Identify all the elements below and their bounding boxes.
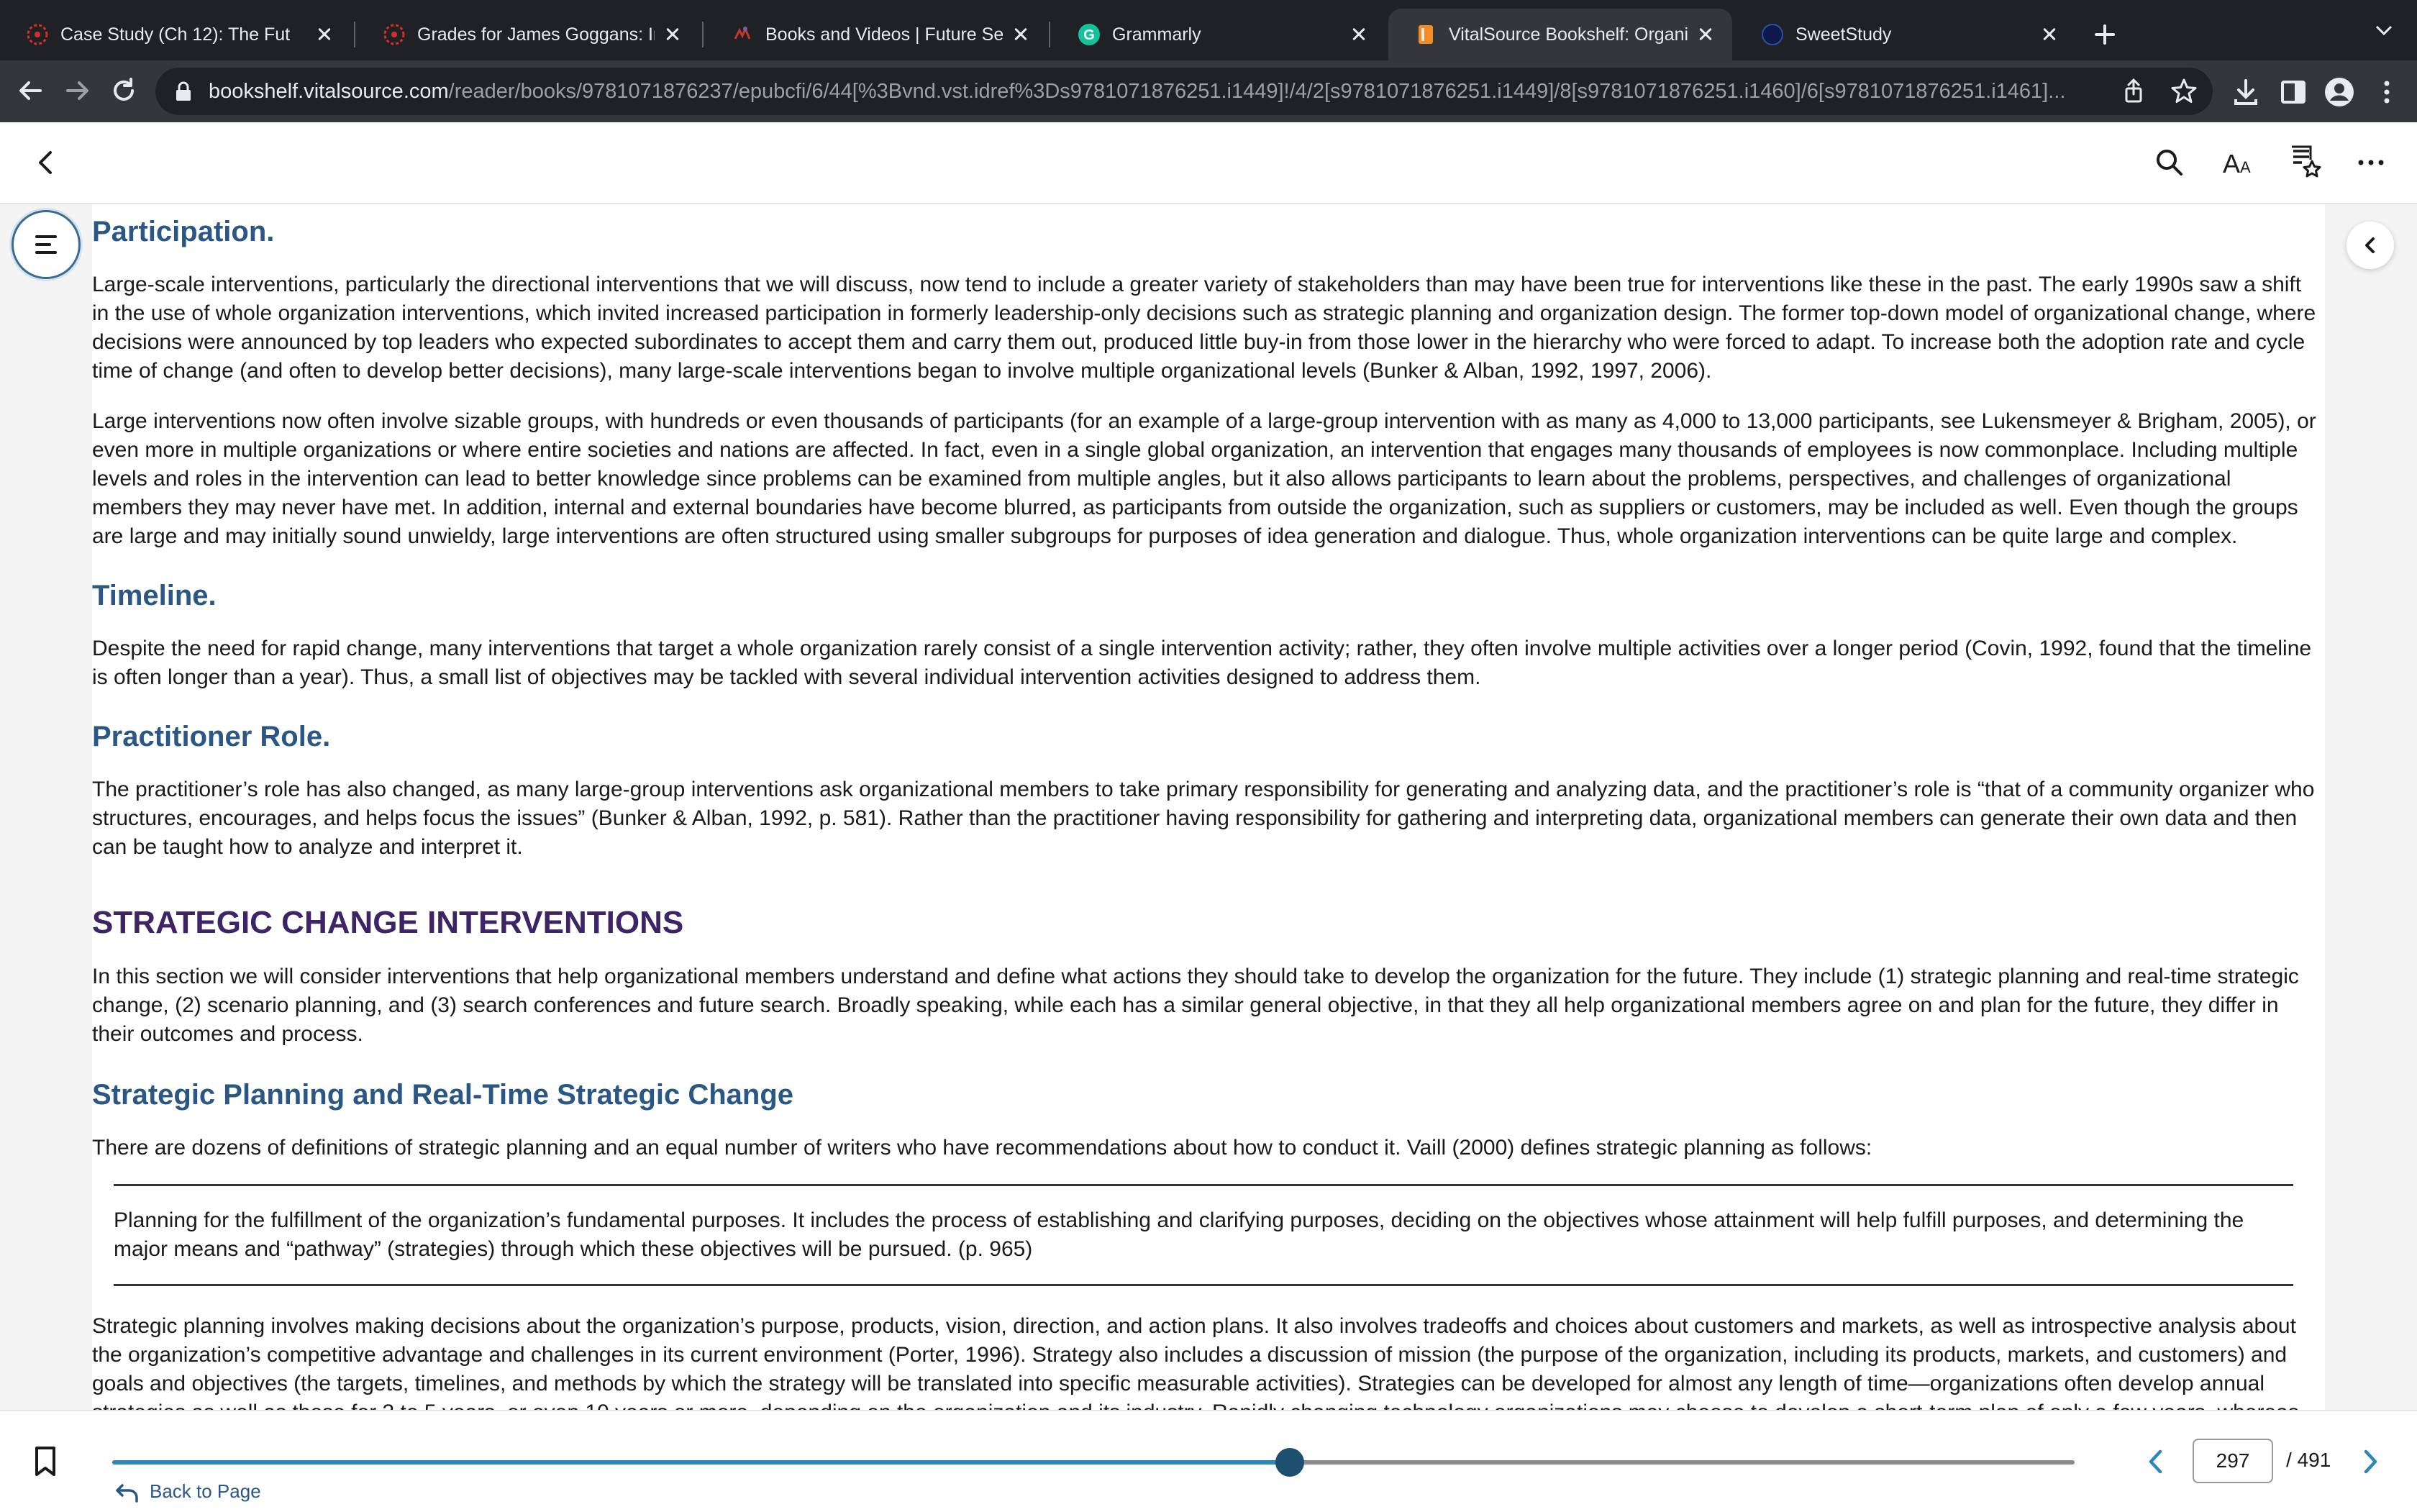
reader-back-chevron-icon[interactable] xyxy=(27,144,65,181)
browser-tab[interactable]: SweetStudy xyxy=(1735,9,2076,60)
url-text[interactable]: bookshelf.vitalsource.com/reader/books/9… xyxy=(209,80,2098,104)
paragraph: The practitioner’s role has also changed… xyxy=(92,778,2315,859)
browser-toolbar: bookshelf.vitalsource.com/reader/books/9… xyxy=(0,60,2417,122)
tab-title: SweetStudy xyxy=(1795,24,1892,45)
tab-close-icon[interactable] xyxy=(2039,24,2060,45)
text-size-icon[interactable]: AA xyxy=(2220,144,2257,181)
tab-title: VitalSource Bookshelf: Organiz xyxy=(1449,24,1688,45)
browser-tab[interactable]: Case Study (Ch 12): The Fut xyxy=(0,9,351,60)
tab-divider xyxy=(354,22,355,47)
heading-participation: Participation. xyxy=(92,216,275,247)
browser-tab[interactable]: G Grammarly xyxy=(1052,9,1385,60)
previous-page-chevron-icon[interactable] xyxy=(2141,1444,2170,1479)
url-host: bookshelf.vitalsource.com xyxy=(209,79,449,103)
reader-content-area: Participation. Large-scale interventions… xyxy=(0,204,2417,1410)
future-search-icon xyxy=(731,23,754,46)
back-arrow-icon[interactable] xyxy=(13,73,47,108)
grammarly-icon: G xyxy=(1078,23,1101,46)
tab-close-icon[interactable] xyxy=(314,24,335,45)
more-options-icon[interactable] xyxy=(2352,144,2390,181)
tab-close-icon[interactable] xyxy=(1695,24,1716,45)
browser-tab[interactable]: Grades for James Goggans: Int xyxy=(357,9,699,60)
reload-icon[interactable] xyxy=(106,73,141,108)
share-icon[interactable] xyxy=(2119,77,2148,106)
url-path: /reader/books/9781071876237/epubcfi/6/44… xyxy=(448,79,2066,103)
browser-tab-active[interactable]: VitalSource Bookshelf: Organiz xyxy=(1388,9,1732,60)
forward-arrow-icon[interactable] xyxy=(60,73,95,108)
progress-slider-thumb[interactable] xyxy=(1275,1448,1304,1477)
sidebar-toggle-button[interactable] xyxy=(2347,222,2394,269)
notes-star-icon[interactable] xyxy=(2288,144,2325,181)
paragraph: There are dozens of definitions of strat… xyxy=(92,1136,1872,1160)
heading-timeline: Timeline. xyxy=(92,580,217,611)
kebab-menu-icon[interactable] xyxy=(2371,76,2403,108)
svg-text:A: A xyxy=(2240,158,2251,176)
heading-strategic-planning: Strategic Planning and Real-Time Strateg… xyxy=(92,1079,794,1111)
total-pages-label: / 491 xyxy=(2286,1449,2331,1471)
back-to-page-label: Back to Page xyxy=(150,1480,261,1502)
heading-practitioner-role: Practitioner Role. xyxy=(92,721,331,752)
tab-title: Books and Videos | Future Sear xyxy=(765,24,1003,45)
search-icon[interactable] xyxy=(2151,144,2188,181)
sweetstudy-icon xyxy=(1761,23,1784,46)
paragraph: In this section we will consider interve… xyxy=(92,965,2299,1046)
tab-title: Grades for James Goggans: Int xyxy=(417,24,655,45)
tab-close-icon[interactable] xyxy=(1010,24,1032,45)
back-to-page-link[interactable]: Back to Page xyxy=(115,1480,261,1503)
section-heading-strategic-change: STRATEGIC CHANGE INTERVENTIONS xyxy=(92,905,684,940)
tab-title: Case Study (Ch 12): The Fut xyxy=(60,24,291,45)
paragraph: Large interventions now often involve si… xyxy=(92,409,2316,548)
page-progress-slider[interactable] xyxy=(112,1448,2075,1477)
vitalsource-icon xyxy=(1414,23,1437,46)
address-bar[interactable]: bookshelf.vitalsource.com/reader/books/9… xyxy=(155,68,2213,115)
undo-arrow-icon xyxy=(116,1483,138,1503)
tab-divider xyxy=(702,22,704,47)
book-page: Participation. Large-scale interventions… xyxy=(92,204,2325,1410)
tab-title: Grammarly xyxy=(1112,24,1201,45)
download-icon[interactable] xyxy=(2230,76,2262,108)
tab-divider xyxy=(1049,22,1050,47)
tab-close-icon[interactable] xyxy=(1348,24,1370,45)
next-page-chevron-icon[interactable] xyxy=(2357,1444,2385,1479)
browser-tab-strip: Case Study (Ch 12): The Fut Grades for J… xyxy=(0,0,2417,60)
new-tab-plus-icon[interactable] xyxy=(2089,19,2121,50)
lock-icon[interactable] xyxy=(174,81,193,102)
tab-close-icon[interactable] xyxy=(662,24,683,45)
asterisk-red-icon xyxy=(26,23,49,46)
page-number-input[interactable] xyxy=(2193,1439,2273,1483)
bookmark-icon[interactable] xyxy=(33,1446,58,1477)
table-of-contents-button[interactable] xyxy=(12,210,81,279)
star-bookmark-icon[interactable] xyxy=(2170,77,2198,106)
paragraph: Strategic planning involves making decis… xyxy=(92,1314,2299,1410)
block-quote-text: Planning for the fulfillment of the orga… xyxy=(114,1208,2244,1261)
reader-header: AA xyxy=(0,122,2417,204)
side-panel-icon[interactable] xyxy=(2277,76,2309,108)
profile-avatar-icon[interactable] xyxy=(2323,76,2355,108)
paragraph: Large-scale interventions, particularly … xyxy=(92,273,2316,383)
reader-footer: Back to Page / 491 xyxy=(0,1410,2417,1512)
paragraph: Despite the need for rapid change, many … xyxy=(92,637,2312,689)
progress-fill xyxy=(112,1460,1290,1465)
block-quote: Planning for the fulfillment of the orga… xyxy=(114,1184,2293,1286)
svg-text:A: A xyxy=(2223,149,2240,178)
tab-search-chevron-icon[interactable] xyxy=(2374,23,2394,37)
asterisk-red-icon xyxy=(383,23,406,46)
svg-text:G: G xyxy=(1083,27,1095,43)
browser-tab[interactable]: Books and Videos | Future Sear xyxy=(705,9,1047,60)
